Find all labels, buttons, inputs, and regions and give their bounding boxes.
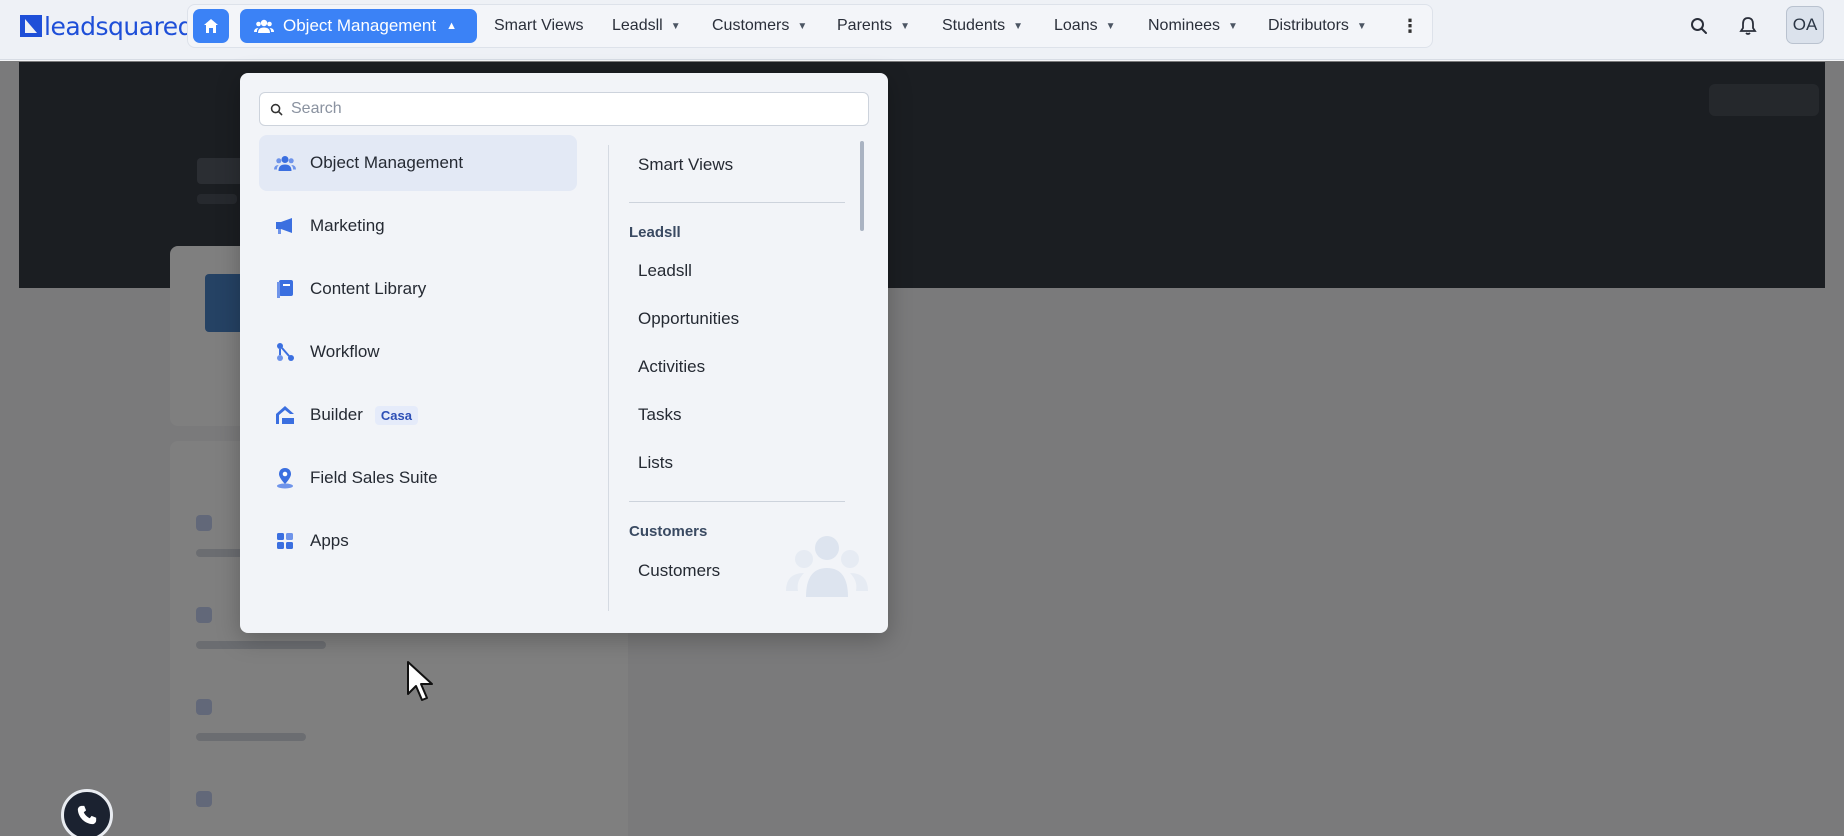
nav-item-label: Students bbox=[942, 17, 1006, 34]
nav-item-label: Leadsll bbox=[612, 17, 663, 34]
submenu-item-leadsll[interactable]: Leadsll bbox=[638, 261, 692, 281]
chevron-down-icon: ▼ bbox=[1356, 20, 1367, 32]
submenu-group-heading-customers: Customers bbox=[629, 523, 708, 540]
submenu-scrollbar[interactable] bbox=[860, 141, 864, 231]
category-content-library[interactable]: Content Library bbox=[259, 261, 577, 317]
nav-item-label: Distributors bbox=[1268, 17, 1349, 34]
home-icon bbox=[204, 19, 218, 33]
dropdown-search-box[interactable] bbox=[259, 92, 869, 126]
nav-item-smart-views[interactable]: Smart Views bbox=[494, 9, 584, 43]
nav-item-distributors[interactable]: Distributors ▼ bbox=[1268, 9, 1367, 43]
logo-mark-icon bbox=[20, 15, 42, 37]
book-icon bbox=[274, 278, 296, 300]
submenu-item-opportunities[interactable]: Opportunities bbox=[638, 309, 739, 329]
category-label: Field Sales Suite bbox=[310, 468, 438, 487]
object-management-menu-button[interactable]: Object Management ▲ bbox=[240, 9, 477, 43]
category-label: Apps bbox=[310, 531, 349, 550]
category-marketing[interactable]: Marketing bbox=[259, 198, 577, 254]
users-icon bbox=[254, 19, 274, 33]
top-navigation-bar: leadsquared Object Management ▲ Smart Vi… bbox=[0, 0, 1844, 60]
nav-item-loans[interactable]: Loans ▼ bbox=[1054, 9, 1116, 43]
submenu-item-smart-views[interactable]: Smart Views bbox=[638, 155, 733, 175]
category-label: Workflow bbox=[310, 342, 380, 361]
more-menu-icon[interactable]: ⋮ bbox=[1400, 9, 1420, 43]
submenu-group-heading-leadsll: Leadsll bbox=[629, 224, 681, 241]
apps-grid-icon bbox=[274, 530, 296, 552]
submenu-item-lists[interactable]: Lists bbox=[638, 453, 673, 473]
category-label: Marketing bbox=[310, 216, 385, 235]
logo-text: leadsquared bbox=[44, 11, 194, 41]
bell-icon[interactable] bbox=[1734, 12, 1762, 40]
nav-item-parents[interactable]: Parents ▼ bbox=[837, 9, 910, 43]
search-icon bbox=[270, 103, 283, 115]
category-object-management[interactable]: Object Management bbox=[259, 135, 577, 191]
workflow-icon bbox=[274, 341, 296, 363]
leadsquared-logo[interactable]: leadsquared bbox=[20, 11, 194, 41]
category-label: Content Library bbox=[310, 279, 427, 298]
nav-item-customers[interactable]: Customers ▼ bbox=[712, 9, 807, 43]
nav-item-label: Parents bbox=[837, 17, 893, 34]
nav-item-label: Nominees bbox=[1148, 17, 1221, 34]
category-workflow[interactable]: Workflow bbox=[259, 324, 577, 380]
submenu-item-customers[interactable]: Customers bbox=[638, 561, 720, 581]
object-management-label: Object Management bbox=[283, 16, 437, 35]
submenu-divider bbox=[629, 501, 845, 502]
casa-badge: Casa bbox=[374, 405, 418, 425]
call-button[interactable] bbox=[61, 789, 113, 836]
phone-icon bbox=[77, 805, 97, 825]
category-apps[interactable]: Apps bbox=[259, 513, 577, 569]
chevron-down-icon: ▼ bbox=[1105, 20, 1116, 32]
nav-item-students[interactable]: Students ▼ bbox=[942, 9, 1023, 43]
nav-item-label: Loans bbox=[1054, 17, 1098, 34]
column-divider bbox=[608, 145, 609, 611]
chevron-down-icon: ▼ bbox=[670, 20, 681, 32]
category-label: Object Management bbox=[310, 153, 464, 172]
megaphone-icon bbox=[274, 215, 296, 237]
nav-item-label: Customers bbox=[712, 17, 790, 34]
submenu-divider bbox=[629, 202, 845, 203]
nav-item-nominees[interactable]: Nominees ▼ bbox=[1148, 9, 1238, 43]
category-label: Builder bbox=[310, 405, 363, 424]
chevron-down-icon: ▼ bbox=[797, 20, 808, 32]
map-pin-icon bbox=[274, 467, 296, 489]
chevron-up-icon: ▲ bbox=[446, 20, 457, 32]
category-field-sales-suite[interactable]: Field Sales Suite bbox=[259, 450, 577, 506]
chevron-down-icon: ▼ bbox=[1013, 20, 1024, 32]
chevron-down-icon: ▼ bbox=[900, 20, 911, 32]
search-icon[interactable] bbox=[1685, 12, 1713, 40]
people-illustration-icon bbox=[786, 536, 868, 597]
home-button[interactable] bbox=[193, 9, 229, 43]
dropdown-search-input[interactable] bbox=[291, 100, 851, 118]
nav-item-leadsll[interactable]: Leadsll ▼ bbox=[612, 9, 681, 43]
submenu-item-activities[interactable]: Activities bbox=[638, 357, 705, 377]
submenu-item-tasks[interactable]: Tasks bbox=[638, 405, 681, 425]
nav-item-label: Smart Views bbox=[494, 17, 584, 34]
chevron-down-icon: ▼ bbox=[1228, 20, 1238, 32]
object-management-dropdown: Object Management Marketing Content Libr… bbox=[240, 73, 888, 633]
user-avatar[interactable]: OA bbox=[1786, 6, 1824, 44]
mouse-cursor-icon bbox=[407, 661, 433, 701]
users-icon bbox=[274, 152, 296, 174]
builder-icon bbox=[274, 404, 296, 426]
category-builder[interactable]: Builder Casa bbox=[259, 387, 577, 443]
